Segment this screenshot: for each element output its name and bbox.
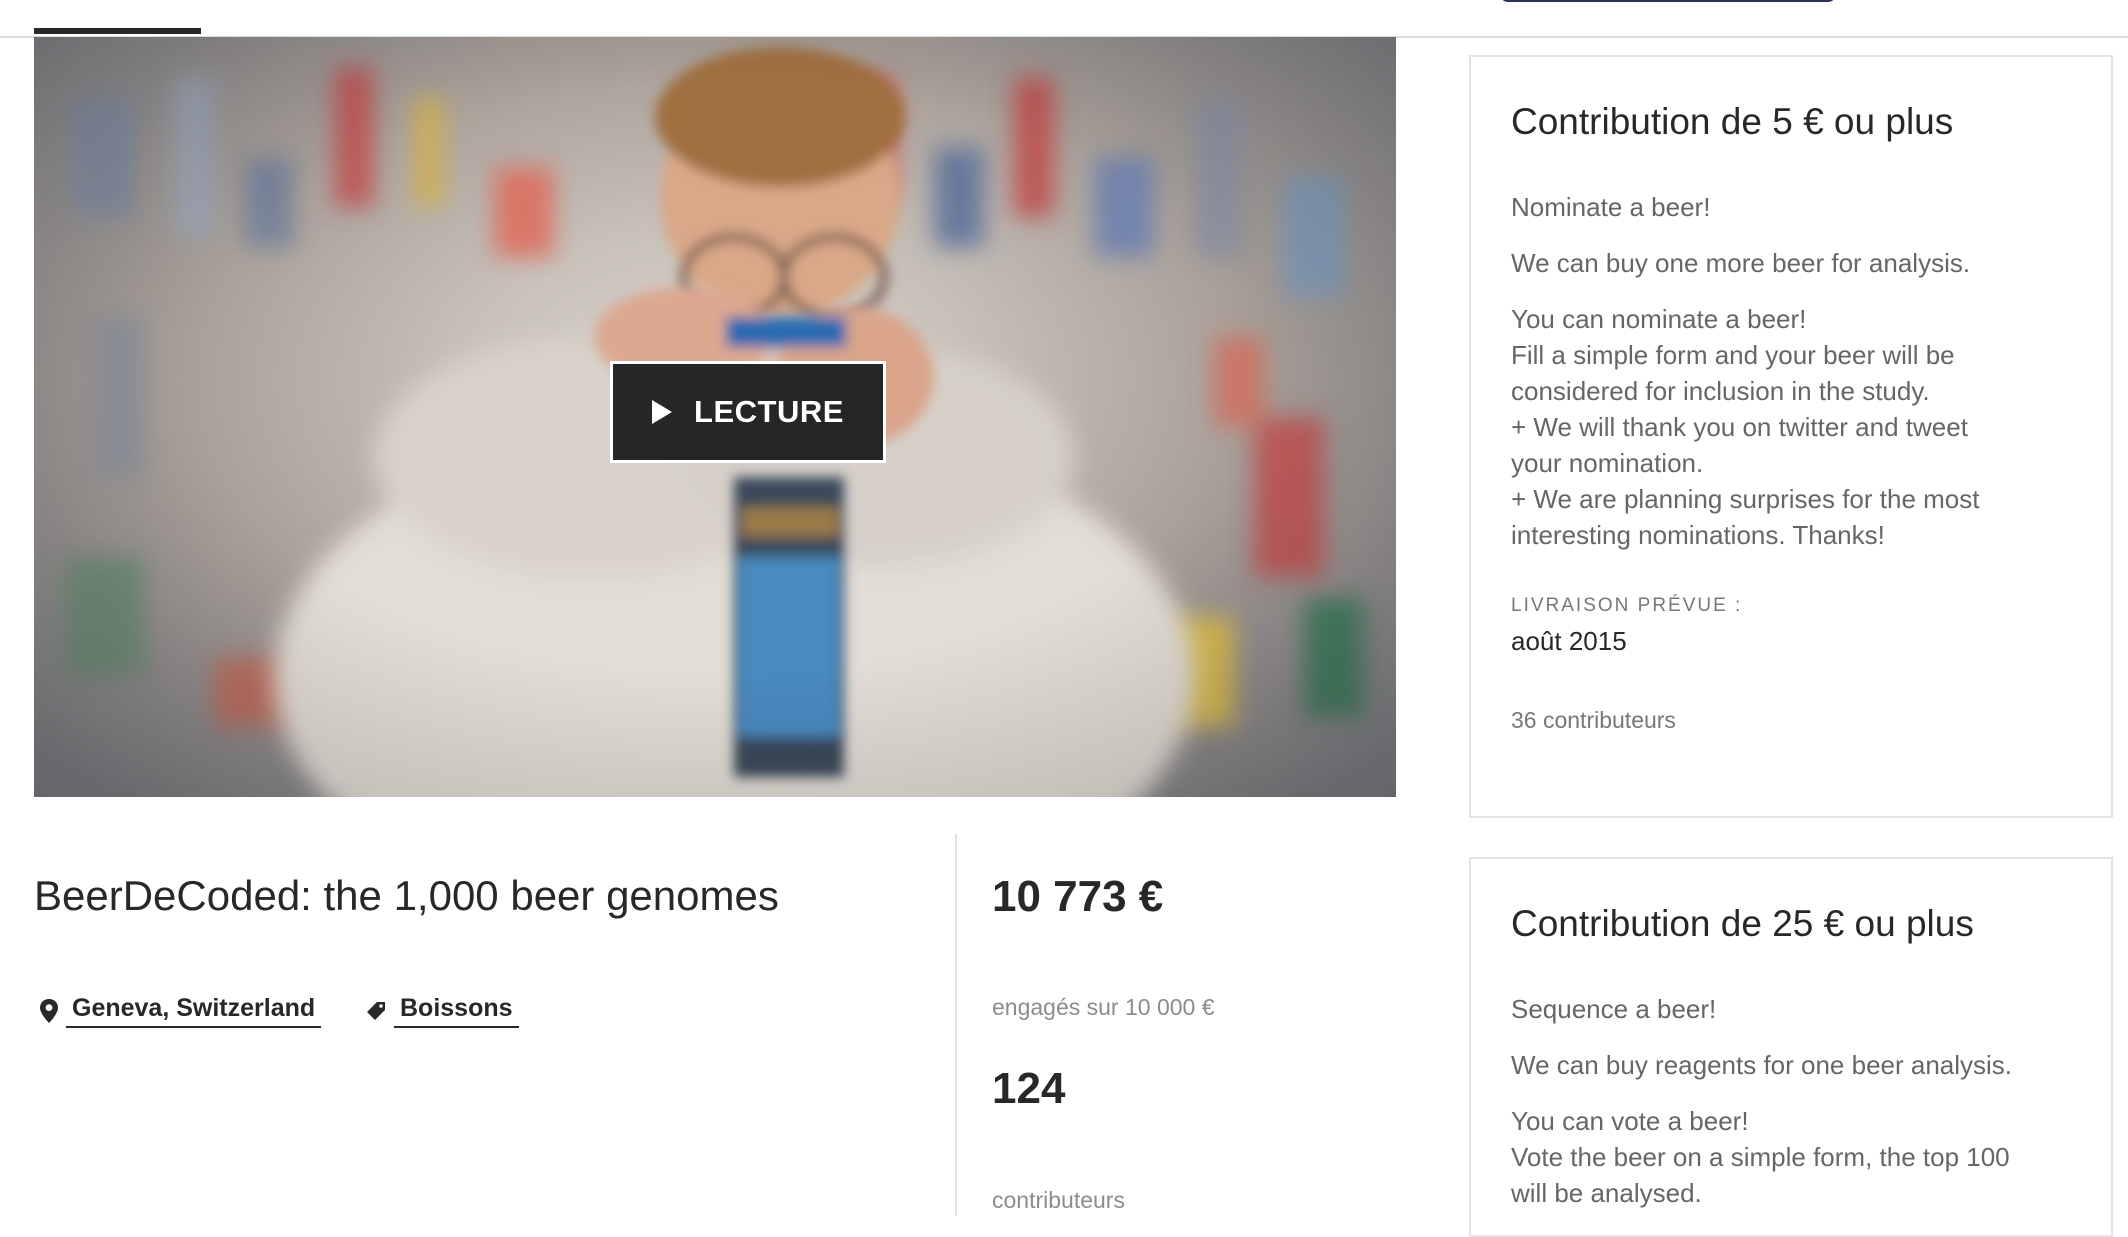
reward-line: You can nominate a beer! xyxy=(1511,304,1807,334)
location-label[interactable]: Geneva, Switzerland xyxy=(66,994,322,1028)
reward-card[interactable]: Contribution de 5 € ou plus Nominate a b… xyxy=(1469,55,2113,818)
reward-name: Sequence a beer! xyxy=(1511,994,1717,1024)
delivery-date: août 2015 xyxy=(1511,626,1627,656)
pledged-goal: engagés sur 10 000 € xyxy=(992,994,1215,1020)
reward-title: Contribution de 25 € ou plus xyxy=(1511,903,1974,944)
project-video[interactable]: LECTURE xyxy=(34,37,1396,797)
top-action-button[interactable] xyxy=(1500,0,1836,2)
category-label[interactable]: Boissons xyxy=(394,994,519,1028)
backers-count: 124 xyxy=(992,1064,1066,1113)
reward-name: Nominate a beer! xyxy=(1511,192,1711,222)
top-nav-bar xyxy=(0,0,2128,38)
reward-description: You can nominate a beer! Fill a simple f… xyxy=(1511,301,2081,553)
stats-divider xyxy=(955,834,957,1216)
delivery-label: LIVRAISON PRÉVUE : xyxy=(1511,595,1743,616)
reward-line: + We are planning surprises for the most xyxy=(1511,484,1980,514)
reward-line: will be analysed. xyxy=(1511,1178,1702,1208)
pledged-amount: 10 773 € xyxy=(992,872,1164,921)
reward-line: You can vote a beer! xyxy=(1511,1106,1749,1136)
reward-backers: 36 contributeurs xyxy=(1511,707,1676,733)
location-link[interactable]: Geneva, Switzerland xyxy=(40,994,322,1028)
location-pin-icon xyxy=(40,999,58,1023)
backers-label: contributeurs xyxy=(992,1187,1125,1213)
category-link[interactable]: Boissons xyxy=(366,994,519,1028)
reward-description: You can vote a beer! Vote the beer on a … xyxy=(1511,1103,2081,1211)
reward-summary: We can buy reagents for one beer analysi… xyxy=(1511,1050,2013,1080)
play-icon xyxy=(652,400,673,424)
reward-summary: We can buy one more beer for analysis. xyxy=(1511,248,1971,278)
reward-line: interesting nominations. Thanks! xyxy=(1511,520,1885,550)
reward-line: considered for inclusion in the study. xyxy=(1511,376,1930,406)
reward-title: Contribution de 5 € ou plus xyxy=(1511,101,1954,142)
reward-line: your nomination. xyxy=(1511,448,1704,478)
reward-line: + We will thank you on twitter and tweet xyxy=(1511,412,1968,442)
reward-line: Vote the beer on a simple form, the top … xyxy=(1511,1142,2010,1172)
play-label: LECTURE xyxy=(694,394,844,429)
play-button[interactable]: LECTURE xyxy=(610,361,886,463)
reward-line: Fill a simple form and your beer will be xyxy=(1511,340,1955,370)
reward-card[interactable]: Contribution de 25 € ou plus Sequence a … xyxy=(1469,857,2113,1237)
tag-icon xyxy=(367,1002,385,1020)
project-title: BeerDeCoded: the 1,000 beer genomes xyxy=(34,872,779,919)
active-tab-indicator xyxy=(34,28,201,34)
